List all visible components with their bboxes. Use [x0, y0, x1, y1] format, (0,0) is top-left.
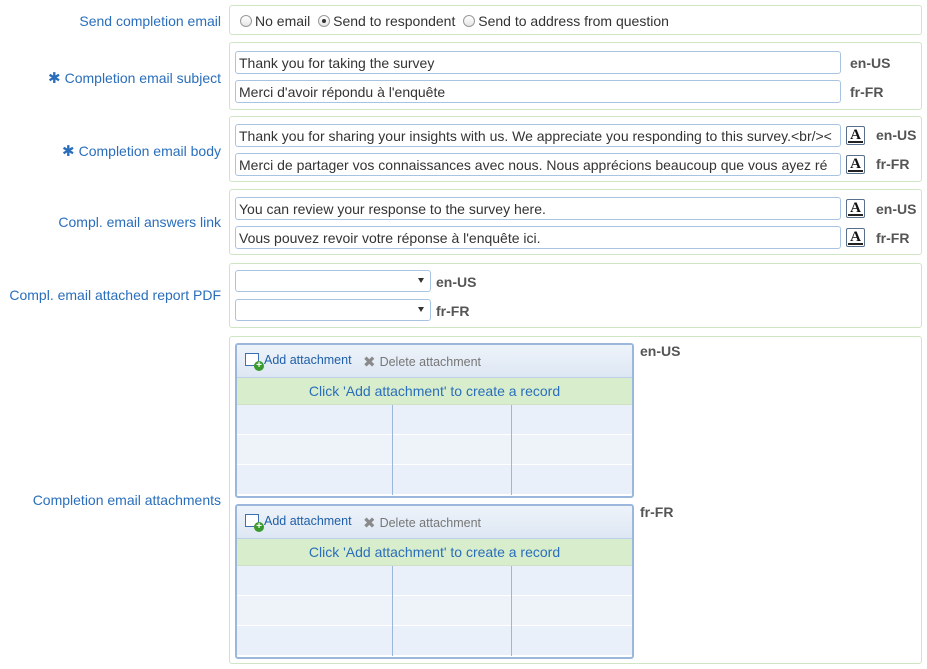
subject-label: ✱ Completion email subject — [48, 70, 221, 87]
lang-label-fr: fr-FR — [436, 303, 470, 319]
text-format-icon[interactable]: A — [846, 199, 865, 218]
report-pdf-select-en[interactable] — [235, 270, 431, 292]
text-format-icon[interactable]: A — [846, 155, 865, 174]
lang-label-en: en-US — [850, 55, 891, 71]
answers-link-input-fr[interactable]: Vous pouvez revoir votre réponse à l'enq… — [235, 226, 841, 249]
delete-attachment-button[interactable]: ✖ Delete attachment — [363, 514, 481, 532]
column-divider — [392, 405, 393, 495]
required-asterisk-icon: ✱ — [48, 70, 61, 87]
lang-label-en: en-US — [640, 343, 681, 359]
radio-label: Send to respondent — [333, 13, 456, 29]
body-input-fr[interactable]: Merci de partager vos connaissances avec… — [235, 153, 841, 176]
table-row — [237, 566, 632, 596]
table-row — [237, 596, 632, 626]
lang-label-en: en-US — [876, 201, 917, 217]
answers-link-input-en[interactable]: You can review your response to the surv… — [235, 197, 841, 220]
radio-label: No email — [255, 13, 311, 29]
required-asterisk-icon: ✱ — [62, 143, 75, 160]
report-pdf-label: Compl. email attached report PDF — [9, 287, 221, 303]
add-record-icon — [245, 353, 264, 371]
radio-send-to-address[interactable]: Send to address from question — [463, 13, 669, 29]
radio-button-selected[interactable] — [318, 15, 331, 27]
grid-toolbar: Add attachment ✖Delete attachment — [237, 506, 632, 539]
delete-x-icon: ✖ — [363, 515, 376, 532]
column-divider — [392, 566, 393, 656]
table-row — [237, 435, 632, 465]
add-attachment-button[interactable]: Add attachment — [245, 353, 352, 371]
add-record-icon — [245, 514, 264, 532]
grid-body — [237, 566, 632, 656]
grid-body — [237, 405, 632, 495]
radio-send-to-respondent[interactable]: Send to respondent — [318, 13, 455, 29]
text-format-icon[interactable]: A — [846, 126, 865, 145]
text-format-icon[interactable]: A — [846, 228, 865, 247]
lang-label-fr: fr-FR — [850, 84, 884, 100]
radio-button[interactable] — [463, 15, 476, 27]
add-attachment-button[interactable]: Add attachment — [245, 514, 352, 532]
lang-label-en: en-US — [876, 127, 917, 143]
lang-label-fr: fr-FR — [876, 230, 910, 246]
subject-input-en[interactable]: Thank you for taking the survey — [235, 51, 841, 74]
column-divider — [511, 405, 512, 495]
body-label: ✱ Completion email body — [62, 143, 221, 160]
delete-x-icon: ✖ — [363, 354, 376, 371]
subject-input-fr[interactable]: Merci d'avoir répondu à l'enquête — [235, 80, 841, 103]
table-row — [237, 626, 632, 656]
radio-no-email[interactable]: No email — [240, 13, 310, 29]
chevron-down-icon — [418, 307, 424, 312]
answers-link-label: Compl. email answers link — [58, 214, 221, 230]
send-completion-radio-group: No email Send to respondent Send to addr… — [240, 13, 673, 29]
lang-label-fr: fr-FR — [640, 504, 674, 520]
lang-label-fr: fr-FR — [876, 156, 910, 172]
report-pdf-select-fr[interactable] — [235, 299, 431, 321]
table-row — [237, 465, 632, 495]
chevron-down-icon — [418, 278, 424, 283]
empty-grid-message: Click 'Add attachment' to create a recor… — [237, 539, 632, 566]
attachments-grid-fr: Add attachment ✖Delete attachment Click … — [235, 504, 634, 659]
delete-attachment-button[interactable]: ✖ Delete attachment — [363, 353, 481, 371]
radio-button[interactable] — [240, 15, 252, 27]
radio-label: Send to address from question — [478, 13, 669, 29]
table-row — [237, 405, 632, 435]
empty-grid-message: Click 'Add attachment' to create a recor… — [237, 378, 632, 405]
send-completion-label: Send completion email — [79, 13, 221, 29]
attachments-grid-en: Add attachment ✖Delete attachment Click … — [235, 343, 634, 498]
lang-label-en: en-US — [436, 274, 477, 290]
column-divider — [511, 566, 512, 656]
attachments-label: Completion email attachments — [32, 492, 221, 508]
grid-toolbar: Add attachment ✖Delete attachment — [237, 345, 632, 378]
body-input-en[interactable]: Thank you for sharing your insights with… — [235, 124, 841, 147]
